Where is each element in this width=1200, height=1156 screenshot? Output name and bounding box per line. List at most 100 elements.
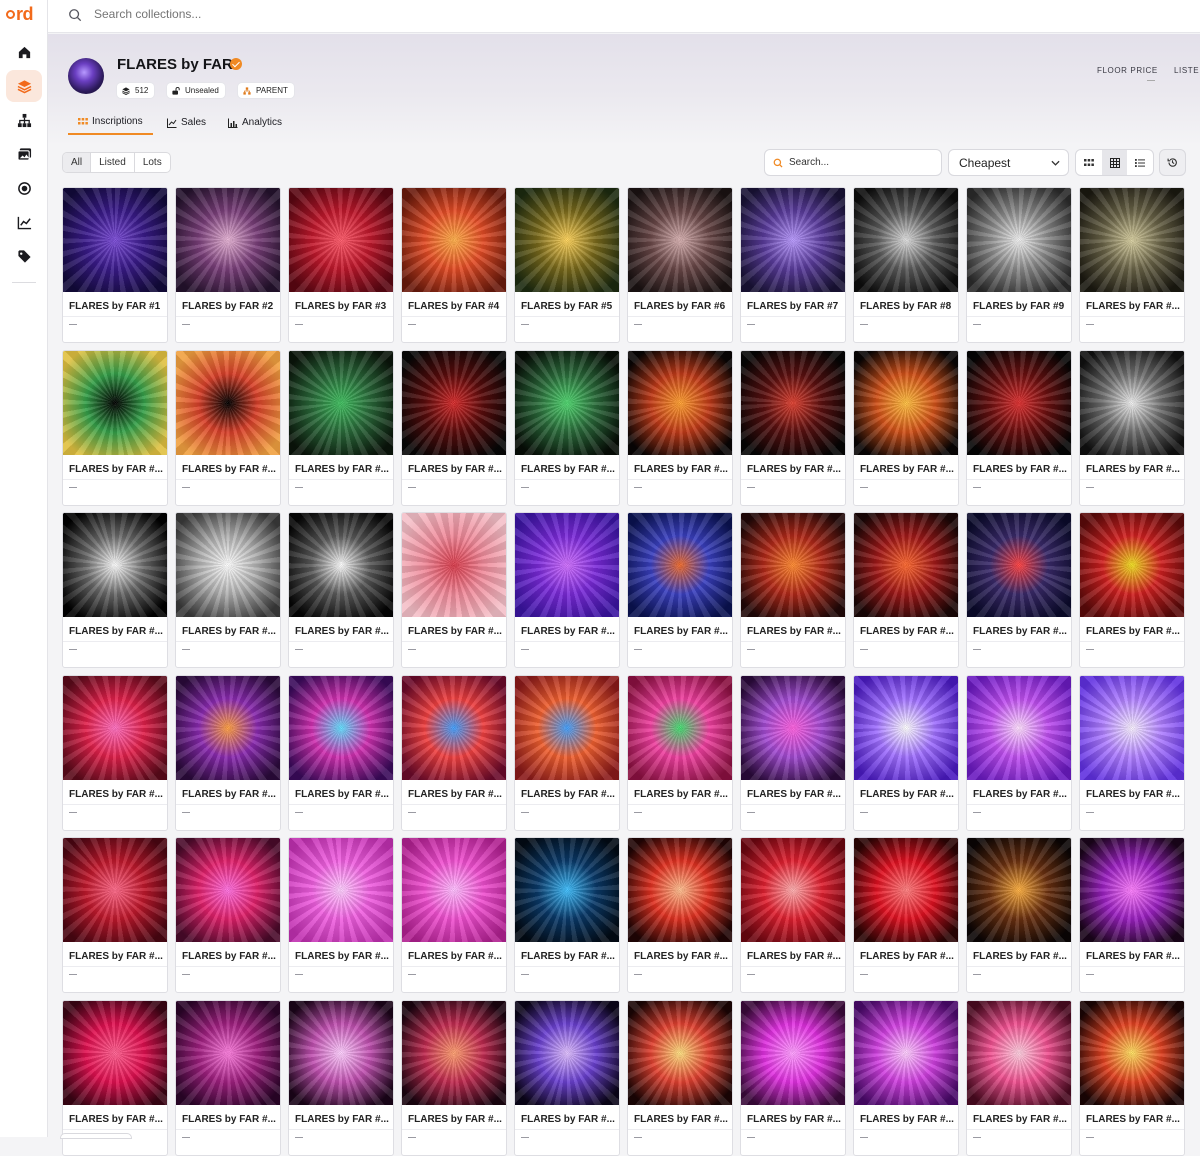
inscription-card[interactable]: FLARES by FAR #... (966, 1000, 1072, 1156)
inscription-card[interactable]: FLARES by FAR #... (288, 675, 394, 831)
inscription-card[interactable]: FLARES by FAR #... (1079, 187, 1185, 343)
inscription-card[interactable]: FLARES by FAR #... (1079, 675, 1185, 831)
sidebar-item-gallery[interactable] (6, 138, 42, 170)
inscription-card[interactable]: FLARES by FAR #8 (853, 187, 959, 343)
tab-analytics[interactable]: Analytics (228, 110, 282, 135)
inscription-price-placeholder (860, 1137, 868, 1138)
ord-logo[interactable]: rd (6, 4, 34, 25)
inscription-card[interactable]: FLARES by FAR #... (401, 350, 507, 506)
inscription-card[interactable]: FLARES by FAR #... (627, 512, 733, 668)
logo-text: rd (16, 4, 34, 24)
inscription-card[interactable]: FLARES by FAR #... (966, 350, 1072, 506)
badge-parent[interactable]: PARENT (238, 83, 294, 98)
sidebar-item-collections[interactable] (6, 70, 42, 102)
inscription-card[interactable]: FLARES by FAR #... (627, 350, 733, 506)
inscription-card[interactable]: FLARES by FAR #... (627, 837, 733, 993)
sidebar-item-charts[interactable] (6, 206, 42, 238)
inscription-card[interactable]: FLARES by FAR #1 (62, 187, 168, 343)
tab-sales[interactable]: Sales (167, 110, 206, 135)
inscription-card[interactable]: FLARES by FAR #3 (288, 187, 394, 343)
inscription-card[interactable]: FLARES by FAR #... (853, 1000, 959, 1156)
inscription-card[interactable]: FLARES by FAR #... (401, 675, 507, 831)
inscription-card[interactable]: FLARES by FAR #6 (627, 187, 733, 343)
sort-selected-label: Cheapest (959, 156, 1011, 170)
card-divider (515, 479, 619, 480)
view-list-button[interactable] (1127, 150, 1153, 175)
inscription-card[interactable]: FLARES by FAR #... (966, 675, 1072, 831)
filter-listed[interactable]: Listed (91, 153, 135, 172)
inscription-card[interactable]: FLARES by FAR #... (1079, 1000, 1185, 1156)
inscription-card[interactable]: FLARES by FAR #... (1079, 837, 1185, 993)
card-divider (628, 479, 732, 480)
stack-icon (122, 86, 130, 95)
refresh-history-button[interactable] (1159, 149, 1186, 176)
inscription-image (63, 1001, 167, 1105)
inscription-price-placeholder (1086, 649, 1094, 650)
inscription-card[interactable]: FLARES by FAR #... (740, 1000, 846, 1156)
sort-select[interactable]: Cheapest (948, 149, 1069, 176)
sidebar-item-parents[interactable] (6, 104, 42, 136)
inscription-card[interactable]: FLARES by FAR #... (627, 1000, 733, 1156)
view-large-grid-button[interactable] (1101, 150, 1128, 175)
inscription-card[interactable]: FLARES by FAR #... (401, 837, 507, 993)
inscription-card[interactable]: FLARES by FAR #... (514, 1000, 620, 1156)
filter-all[interactable]: All (63, 153, 92, 172)
inscription-card[interactable]: FLARES by FAR #... (853, 350, 959, 506)
inscription-card[interactable]: FLARES by FAR #... (853, 512, 959, 668)
inscription-card[interactable]: FLARES by FAR #9 (966, 187, 1072, 343)
inscription-price-placeholder (295, 1137, 303, 1138)
inscription-card[interactable]: FLARES by FAR #... (401, 1000, 507, 1156)
inscription-card[interactable]: FLARES by FAR #... (288, 512, 394, 668)
sidebar-item-ordinals[interactable] (6, 172, 42, 204)
inscription-card[interactable]: FLARES by FAR #... (514, 675, 620, 831)
inscription-card[interactable]: FLARES by FAR #2 (175, 187, 281, 343)
inscription-price-placeholder (747, 1137, 755, 1138)
inscription-card[interactable]: FLARES by FAR #... (853, 675, 959, 831)
inscription-card[interactable]: FLARES by FAR #... (175, 837, 281, 993)
inscription-card[interactable]: FLARES by FAR #... (62, 350, 168, 506)
inscription-card[interactable]: FLARES by FAR #... (627, 675, 733, 831)
inscription-card[interactable]: FLARES by FAR #... (401, 512, 507, 668)
inscription-card[interactable]: FLARES by FAR #... (1079, 512, 1185, 668)
inscription-card[interactable]: FLARES by FAR #5 (514, 187, 620, 343)
inscription-card[interactable]: FLARES by FAR #... (740, 350, 846, 506)
inscription-card[interactable]: FLARES by FAR #... (175, 675, 281, 831)
inscription-card[interactable]: FLARES by FAR #... (966, 512, 1072, 668)
filter-lots[interactable]: Lots (135, 153, 170, 172)
inscription-card[interactable]: FLARES by FAR #... (175, 512, 281, 668)
inscription-card[interactable]: FLARES by FAR #... (288, 837, 394, 993)
inscription-card[interactable]: FLARES by FAR #... (514, 512, 620, 668)
inscription-search-input[interactable]: Search... (764, 149, 942, 176)
inscription-card[interactable]: FLARES by FAR #... (288, 1000, 394, 1156)
card-divider (289, 804, 393, 805)
view-small-grid-button[interactable] (1076, 150, 1102, 175)
inscription-price-placeholder (521, 487, 529, 488)
inscription-card[interactable]: FLARES by FAR #4 (401, 187, 507, 343)
inscription-card[interactable]: FLARES by FAR #... (62, 837, 168, 993)
inscription-card[interactable]: FLARES by FAR #... (740, 837, 846, 993)
inscription-card[interactable]: FLARES by FAR #... (288, 350, 394, 506)
inscription-card[interactable]: FLARES by FAR #... (740, 512, 846, 668)
inscription-price-placeholder (295, 324, 303, 325)
inscription-image (1080, 676, 1184, 780)
inscription-card[interactable]: FLARES by FAR #... (966, 837, 1072, 993)
inscription-card[interactable]: FLARES by FAR #... (514, 350, 620, 506)
inscription-card[interactable]: FLARES by FAR #... (175, 1000, 281, 1156)
sidebar-item-tags[interactable] (6, 240, 42, 272)
inscription-card[interactable]: FLARES by FAR #... (514, 837, 620, 993)
inscription-card[interactable]: FLARES by FAR #7 (740, 187, 846, 343)
inscription-price-placeholder (747, 649, 755, 650)
inscription-card[interactable]: FLARES by FAR #... (62, 675, 168, 831)
inscription-image (289, 1001, 393, 1105)
inscription-card[interactable]: FLARES by FAR #... (62, 512, 168, 668)
inscription-card[interactable]: FLARES by FAR #... (175, 350, 281, 506)
search-collections-input[interactable] (94, 7, 494, 21)
sidebar-item-home[interactable] (6, 36, 42, 68)
inscription-card[interactable]: FLARES by FAR #... (853, 837, 959, 993)
inscription-card[interactable]: FLARES by FAR #... (1079, 350, 1185, 506)
inscription-image (515, 1001, 619, 1105)
inscription-name: FLARES by FAR #... (408, 951, 502, 962)
inscription-name: FLARES by FAR #... (295, 464, 389, 475)
inscription-card[interactable]: FLARES by FAR #... (740, 675, 846, 831)
tab-inscriptions[interactable]: Inscriptions (68, 110, 153, 135)
